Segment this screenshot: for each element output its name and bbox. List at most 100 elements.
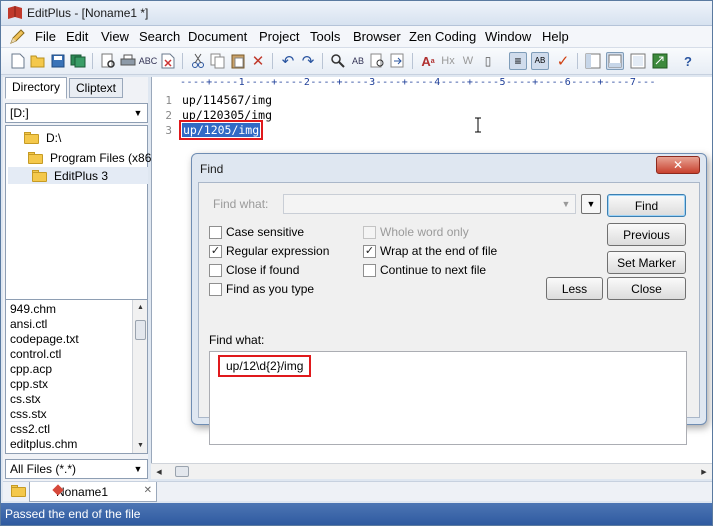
column-select-icon[interactable]: ▯ (479, 52, 497, 70)
scroll-up-icon[interactable]: ▲ (133, 300, 147, 315)
check-icon[interactable]: ✓ (554, 52, 572, 70)
output-window-icon[interactable] (606, 52, 624, 70)
code-line[interactable]: up/114567/img (182, 93, 272, 107)
menu-browser[interactable]: Browser (353, 29, 401, 44)
toolbar-separator (92, 53, 93, 69)
scrollbar-thumb[interactable] (175, 466, 189, 477)
less-button[interactable]: Less (546, 277, 603, 300)
find-what-label-disabled: Find what: (213, 197, 269, 211)
paste-icon[interactable] (229, 52, 247, 70)
menu-search[interactable]: Search (139, 29, 180, 44)
list-item[interactable]: css2.ctl (10, 422, 50, 437)
continue-next-file-checkbox[interactable] (363, 264, 376, 277)
menu-edit[interactable]: Edit (66, 29, 88, 44)
wrap-at-end-checkbox[interactable]: ✓ (363, 245, 376, 258)
line-number: 2 (165, 109, 172, 122)
ruler-icon[interactable]: AB (531, 52, 549, 70)
set-marker-button[interactable]: Set Marker (607, 251, 686, 274)
browser-icon[interactable] (651, 52, 669, 70)
editor-horizontal-scrollbar[interactable]: ◀ ▶ (151, 463, 712, 479)
list-item[interactable]: control.ctl (10, 347, 61, 362)
find-icon[interactable] (329, 52, 347, 70)
delete-icon[interactable]: ✕ (249, 52, 267, 70)
list-item[interactable]: css.stx (10, 407, 47, 422)
copy-icon[interactable] (209, 52, 227, 70)
file-filter-select[interactable]: All Files (*.*) ▼ (5, 459, 148, 479)
regular-expression-label: Regular expression (226, 244, 330, 258)
case-sensitive-checkbox[interactable] (209, 226, 222, 239)
continue-next-file-label: Continue to next file (380, 263, 487, 277)
list-item[interactable]: ansi.ctl (10, 317, 47, 332)
find-in-files-icon[interactable] (369, 52, 387, 70)
code-line[interactable]: up/120305/img (182, 108, 272, 122)
tab-noname1[interactable]: Noname1 ✕ (29, 482, 157, 502)
new-icon[interactable] (9, 52, 27, 70)
menu-tools[interactable]: Tools (310, 29, 340, 44)
tree-item-program-files[interactable]: Program Files (x86) (28, 149, 155, 166)
list-item[interactable]: cpp.acp (10, 362, 52, 377)
save-all-icon[interactable] (69, 52, 87, 70)
word-wrap-icon[interactable]: W (459, 52, 477, 70)
go-to-icon[interactable] (389, 52, 407, 70)
dialog-close-button[interactable]: ✕ (656, 156, 700, 174)
open-icon[interactable] (29, 52, 47, 70)
column-ruler: ----+----1----+----2----+----3----+----4… (180, 77, 712, 91)
list-item[interactable]: 949.chm (10, 302, 56, 317)
find-history-button[interactable]: ▼ (581, 194, 601, 214)
print-preview-icon[interactable] (99, 52, 117, 70)
hex-icon[interactable]: Hx (439, 52, 457, 70)
scroll-left-icon[interactable]: ◀ (151, 464, 167, 480)
scroll-down-icon[interactable]: ▼ (133, 438, 147, 453)
save-icon[interactable] (49, 52, 67, 70)
menu-view[interactable]: View (101, 29, 129, 44)
find-as-you-type-label: Find as you type (226, 282, 315, 296)
window-title: EditPlus - [Noname1 *] (27, 6, 149, 20)
close-button[interactable]: Close (607, 277, 686, 300)
scroll-right-icon[interactable]: ▶ (696, 464, 712, 480)
help-icon[interactable]: ? (679, 52, 697, 70)
file-list-scrollbar[interactable]: ▲ ▼ (132, 300, 147, 453)
menu-window[interactable]: Window (485, 29, 531, 44)
find-as-you-type-checkbox[interactable] (209, 283, 222, 296)
tree-item-editplus[interactable]: EditPlus 3 (8, 167, 148, 184)
full-screen-icon[interactable] (629, 52, 647, 70)
font-icon[interactable]: Aa (419, 52, 437, 70)
print-icon[interactable] (119, 52, 137, 70)
tab-cliptext[interactable]: Cliptext (69, 78, 124, 98)
list-item[interactable]: cs.stx (10, 392, 41, 407)
find-what-textarea[interactable]: up/12\d{2}/img (209, 351, 687, 445)
replace-icon[interactable]: AB (349, 52, 367, 70)
undo-icon[interactable]: ↶ (279, 52, 297, 70)
tree-item-drive[interactable]: D:\ (24, 129, 61, 146)
list-item[interactable]: codepage.txt (10, 332, 79, 347)
regular-expression-checkbox[interactable]: ✓ (209, 245, 222, 258)
drive-select[interactable]: [D:] ▼ (5, 103, 148, 123)
list-item[interactable]: cpp.stx (10, 377, 48, 392)
redo-icon[interactable]: ↷ (299, 52, 317, 70)
close-tab-icon[interactable]: ✕ (144, 485, 152, 496)
spell-check-icon[interactable]: ABC (139, 52, 158, 70)
menu-project[interactable]: Project (259, 29, 299, 44)
list-item[interactable]: editplus.chm (10, 437, 77, 452)
close-if-found-checkbox[interactable] (209, 264, 222, 277)
chevron-down-icon: ▼ (561, 199, 571, 209)
tab-directory[interactable]: Directory (5, 77, 68, 99)
tree-item-label: Program Files (x86) (50, 150, 156, 165)
line-number-icon[interactable]: ≡ (509, 52, 527, 70)
toolbar-separator (182, 53, 183, 69)
menu-zen-coding[interactable]: Zen Coding (409, 29, 476, 44)
find-dialog: Find ✕ Find what: ▼ ▼ Case sensitive ✓ R… (191, 153, 707, 445)
menu-help[interactable]: Help (542, 29, 569, 44)
menu-file[interactable]: File (35, 29, 56, 44)
open-folder-icon (32, 169, 48, 182)
scrollbar-thumb[interactable] (135, 320, 146, 340)
previous-button[interactable]: Previous (607, 223, 686, 246)
close-doc-icon[interactable] (159, 52, 177, 70)
line-number: 3 (165, 124, 172, 137)
cut-icon[interactable] (189, 52, 207, 70)
file-list: 949.chm ansi.ctl codepage.txt control.ct… (5, 299, 148, 454)
menu-document[interactable]: Document (188, 29, 247, 44)
code-line-selected[interactable]: up/1205/img (178, 120, 264, 140)
directory-window-icon[interactable] (584, 52, 602, 70)
find-button[interactable]: Find (607, 194, 686, 217)
